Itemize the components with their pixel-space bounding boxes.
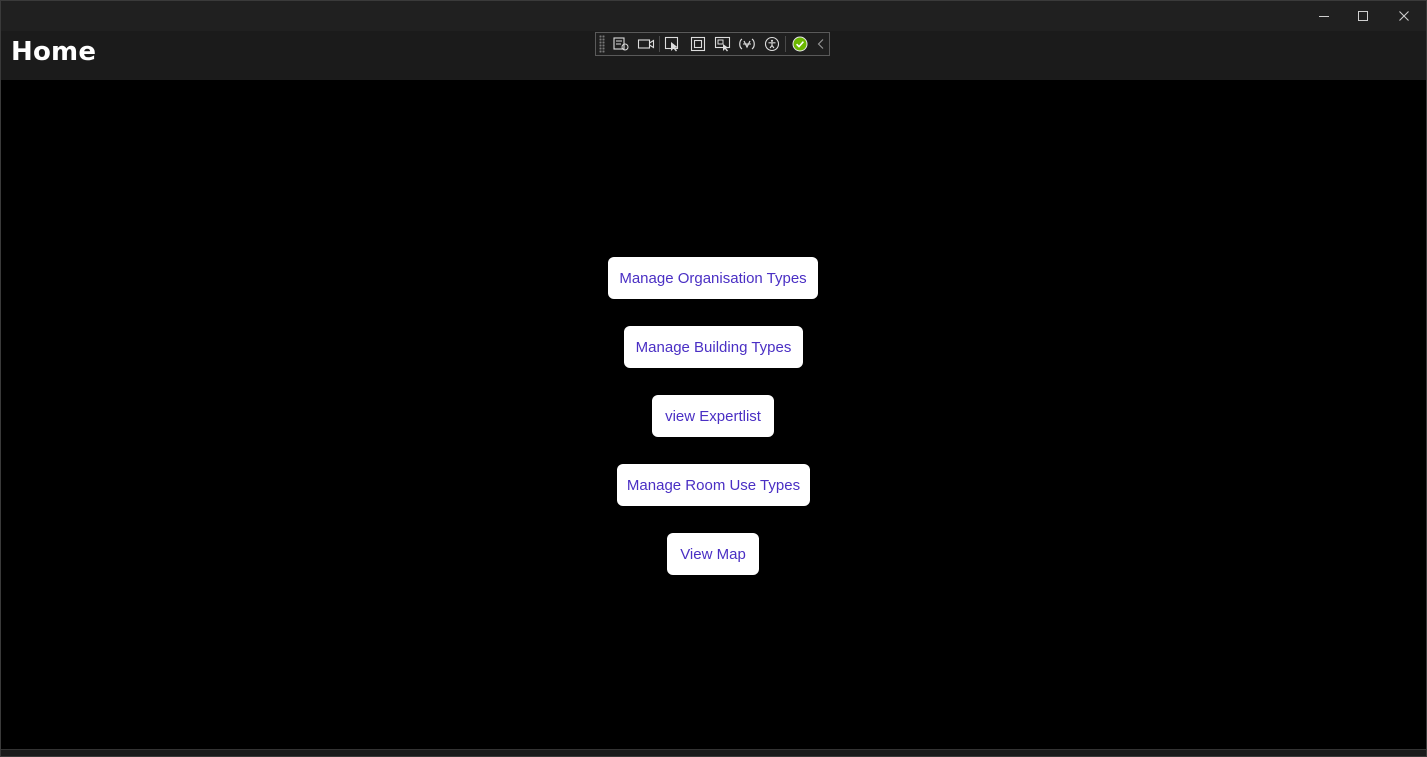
view-map-button[interactable]: View Map [667, 533, 759, 575]
toolbar-separator [659, 36, 660, 52]
view-expertlist-button[interactable]: view Expertlist [652, 395, 774, 437]
toolbar-separator [785, 36, 787, 52]
bottom-border [1, 749, 1426, 756]
collapse-chevron-icon[interactable] [812, 33, 829, 55]
title-bar[interactable] [1, 1, 1426, 31]
xaml-debug-toolbar [595, 32, 830, 56]
page-title: Home [11, 37, 97, 67]
manage-room-use-types-button[interactable]: Manage Room Use Types [617, 464, 810, 506]
toolbar-grip[interactable] [599, 35, 605, 53]
track-focused-element-icon[interactable] [710, 33, 735, 55]
app-window: Home Manage Organisation Types Manage Bu… [0, 0, 1427, 757]
minimize-icon [1319, 16, 1329, 17]
maximize-button[interactable] [1343, 1, 1383, 31]
minimize-button[interactable] [1304, 1, 1344, 31]
close-icon [1399, 11, 1409, 21]
binding-failures-icon[interactable] [735, 33, 760, 55]
close-button[interactable] [1384, 1, 1424, 31]
check-icon[interactable] [787, 33, 812, 55]
manage-building-types-button[interactable]: Manage Building Types [624, 326, 803, 368]
record-icon[interactable] [633, 33, 658, 55]
display-layout-adorners-icon[interactable] [686, 33, 711, 55]
accessibility-icon[interactable] [760, 33, 785, 55]
manage-organisation-types-button[interactable]: Manage Organisation Types [608, 257, 818, 299]
live-visual-tree-icon[interactable] [609, 33, 634, 55]
maximize-icon [1358, 11, 1368, 21]
select-element-icon[interactable] [661, 33, 686, 55]
